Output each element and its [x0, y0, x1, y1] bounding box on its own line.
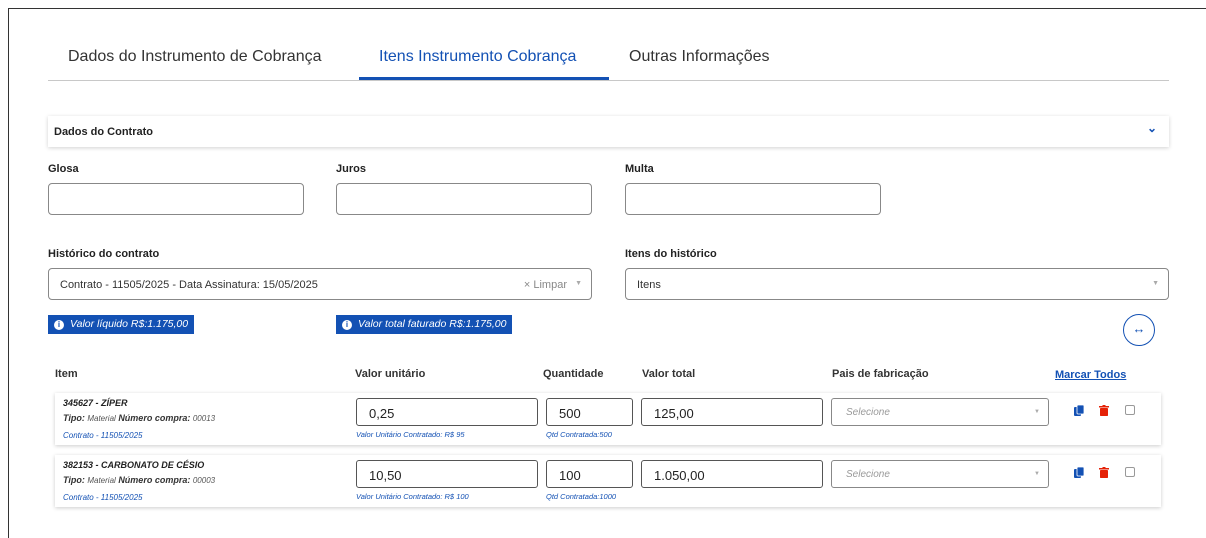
- caret-down-icon: ▼: [1034, 471, 1040, 477]
- caret-down-icon: ▼: [1034, 409, 1040, 415]
- quantidade-hint: Qtd Contratada:1000: [546, 492, 617, 501]
- juros-label: Juros: [336, 163, 366, 175]
- quantidade-input[interactable]: 500: [546, 398, 633, 426]
- chevron-down-icon[interactable]: ⌄: [1147, 121, 1157, 135]
- item-contrato: Contrato - 11505/2025: [63, 493, 143, 502]
- valor-total-input[interactable]: 1.050,00: [641, 460, 823, 488]
- tipo-value: Material: [87, 414, 116, 423]
- col-valor-unitario: Valor unitário: [355, 368, 426, 380]
- valor-unitario-hint: Valor Unitário Contratado: R$ 100: [356, 492, 469, 501]
- select-checkbox[interactable]: [1125, 405, 1135, 415]
- pais-fabricacao-select[interactable]: Selecione ▼: [831, 460, 1049, 488]
- valor-unitario-input[interactable]: 10,50: [356, 460, 538, 488]
- window-border-left: [8, 8, 9, 538]
- juros-input[interactable]: [336, 183, 592, 215]
- numero-compra-label: Número compra:: [118, 475, 191, 485]
- caret-down-icon: ▼: [575, 280, 582, 287]
- numero-compra-value: 00013: [192, 414, 216, 423]
- copy-icon[interactable]: [1074, 405, 1084, 416]
- section-title: Dados do Contrato: [54, 126, 153, 138]
- table-row: 345627 - ZÍPER Tipo: Material Número com…: [55, 393, 1161, 445]
- col-quantidade: Quantidade: [543, 368, 604, 380]
- tab-itens-instrumento[interactable]: Itens Instrumento Cobrança: [379, 48, 576, 66]
- valor-unitario-input[interactable]: 0,25: [356, 398, 538, 426]
- copy-icon[interactable]: [1074, 467, 1084, 478]
- caret-down-icon: ▼: [1152, 280, 1159, 287]
- glosa-label: Glosa: [48, 163, 79, 175]
- glosa-input[interactable]: [48, 183, 304, 215]
- pais-placeholder: Selecione: [846, 407, 890, 418]
- arrows-horizontal-icon: ↔: [1132, 321, 1146, 336]
- itens-historico-label: Itens do histórico: [625, 248, 717, 260]
- multa-input[interactable]: [625, 183, 881, 215]
- trash-icon[interactable]: [1099, 405, 1109, 416]
- tab-outras-informacoes[interactable]: Outras Informações: [629, 48, 770, 66]
- pais-fabricacao-select[interactable]: Selecione ▼: [831, 398, 1049, 426]
- expand-horizontal-button[interactable]: ↔: [1123, 314, 1155, 346]
- itens-historico-placeholder: Itens: [637, 279, 661, 291]
- numero-compra-value: 00003: [192, 476, 216, 485]
- select-checkbox[interactable]: [1125, 467, 1135, 477]
- window-border-top: [8, 8, 1206, 9]
- active-tab-indicator: [359, 77, 609, 80]
- item-code: 345627 - ZÍPER: [63, 398, 128, 408]
- info-icon: i: [54, 320, 64, 330]
- col-valor-total: Valor total: [642, 368, 696, 380]
- itens-historico-select[interactable]: Itens ▼: [625, 268, 1169, 300]
- limpar-button[interactable]: × Limpar: [524, 279, 567, 291]
- valor-total-faturado-text: Valor total faturado R$:1.175,00: [358, 318, 507, 330]
- item-contrato: Contrato - 11505/2025: [63, 431, 143, 440]
- historico-contrato-value: Contrato - 11505/2025 - Data Assinatura:…: [60, 279, 318, 291]
- pais-placeholder: Selecione: [846, 469, 890, 480]
- info-icon: i: [342, 320, 352, 330]
- valor-liquido-badge: i Valor líquido R$:1.175,00: [48, 315, 195, 334]
- tipo-value: Material: [87, 476, 116, 485]
- valor-total-faturado-badge: i Valor total faturado R$:1.175,00: [336, 315, 513, 334]
- valor-unitario-hint: Valor Unitário Contratado: R$ 95: [356, 430, 465, 439]
- col-item: Item: [55, 368, 78, 380]
- marcar-todos-link[interactable]: Marcar Todos: [1055, 369, 1126, 381]
- multa-label: Multa: [625, 163, 654, 175]
- tab-bar: Dados do Instrumento de Cobrança Itens I…: [48, 38, 1169, 81]
- tipo-label: Tipo:: [63, 475, 85, 485]
- tab-dados-instrumento[interactable]: Dados do Instrumento de Cobrança: [68, 48, 321, 66]
- item-tipo: Tipo: Material Número compra: 00003: [63, 475, 215, 485]
- valor-total-input[interactable]: 125,00: [641, 398, 823, 426]
- trash-icon[interactable]: [1099, 467, 1109, 478]
- historico-contrato-label: Histórico do contrato: [48, 248, 160, 260]
- table-row: 382153 - CARBONATO DE CÉSIO Tipo: Materi…: [55, 455, 1161, 507]
- quantidade-hint: Qtd Contratada:500: [546, 430, 612, 439]
- numero-compra-label: Número compra:: [118, 413, 191, 423]
- col-pais-fabricacao: Pais de fabricação: [832, 368, 929, 380]
- tipo-label: Tipo:: [63, 413, 85, 423]
- item-code: 382153 - CARBONATO DE CÉSIO: [63, 460, 205, 470]
- valor-liquido-text: Valor líquido R$:1.175,00: [70, 318, 189, 330]
- historico-contrato-select[interactable]: Contrato - 11505/2025 - Data Assinatura:…: [48, 268, 592, 300]
- quantidade-input[interactable]: 100: [546, 460, 633, 488]
- item-tipo: Tipo: Material Número compra: 00013: [63, 413, 215, 423]
- dados-contrato-header[interactable]: Dados do Contrato ⌄: [48, 116, 1169, 147]
